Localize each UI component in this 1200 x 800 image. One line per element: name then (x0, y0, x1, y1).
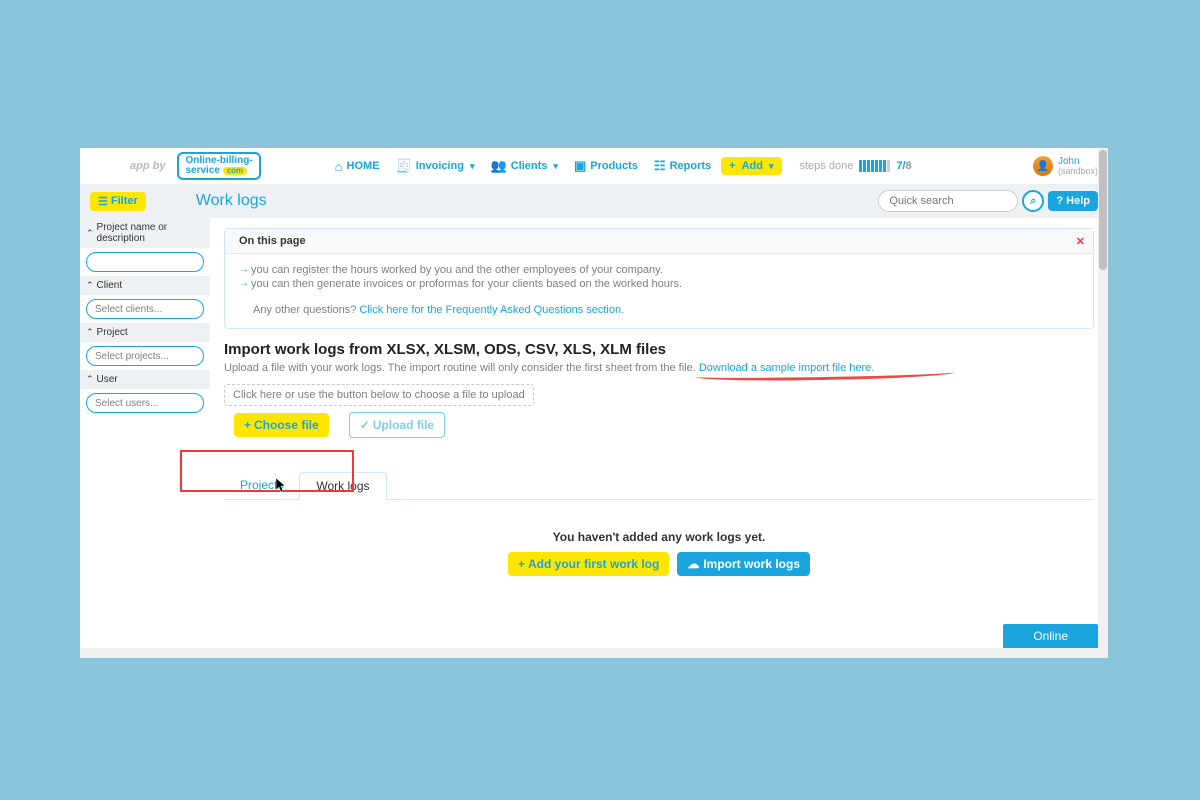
online-status[interactable]: Online (1003, 624, 1098, 648)
nav-add[interactable]: Add (721, 157, 781, 175)
filter-project-desc-input[interactable] (86, 252, 204, 272)
invoice-icon: 🧾 (396, 158, 412, 174)
horizontal-scrollbar[interactable] (80, 648, 1098, 658)
tab-work-logs[interactable]: Work logs (299, 472, 386, 500)
close-icon[interactable]: ✕ (1076, 235, 1085, 248)
steps-count: 7/8 (896, 160, 911, 172)
nav-clients[interactable]: 👥Clients (485, 155, 564, 177)
steps-progress (859, 160, 890, 172)
sidebar-section-project[interactable]: Project (80, 323, 210, 342)
nav-products[interactable]: ▣Products (568, 155, 644, 177)
sidebar-section-user[interactable]: User (80, 370, 210, 389)
panel-header: On this page (239, 235, 306, 247)
upload-file-button[interactable]: Upload file (349, 412, 445, 438)
people-icon: 👥 (491, 158, 507, 174)
filter-project-select[interactable]: Select projects... (86, 346, 204, 366)
app-by-label: app by (130, 160, 165, 172)
file-drop-zone[interactable]: Click here or use the button below to ch… (224, 384, 534, 406)
sidebar-section-client[interactable]: Client (80, 276, 210, 295)
add-first-work-log-button[interactable]: Add your first work log (508, 552, 669, 576)
filter-client-select[interactable]: Select clients... (86, 299, 204, 319)
panel-line-1: you can register the hours worked by you… (239, 264, 1079, 276)
search-input[interactable] (878, 190, 1018, 212)
user-menu[interactable]: 👤 John (sandbox) (1033, 156, 1098, 176)
filter-button[interactable]: Filter (90, 192, 146, 211)
tab-projects[interactable]: Projects (224, 472, 299, 499)
search-button[interactable]: ⌕ (1022, 190, 1044, 212)
user-mode: (sandbox) (1058, 167, 1098, 176)
import-work-logs-button[interactable]: Import work logs (677, 552, 810, 576)
user-name: John (1058, 157, 1098, 167)
report-icon: ☷ (654, 158, 666, 174)
page-title: Work logs (196, 192, 267, 210)
faq-link[interactable]: Click here for the Frequently Asked Ques… (359, 304, 621, 316)
search-icon: ⌕ (1030, 195, 1036, 208)
home-icon: ⌂ (335, 159, 343, 174)
panel-line-2: you can then generate invoices or profor… (239, 278, 1079, 290)
help-button[interactable]: Help (1048, 191, 1098, 211)
sidebar-section-project-desc[interactable]: Project name or description (80, 218, 210, 248)
brand-logo[interactable]: Online-billing- service com (177, 152, 260, 180)
box-icon: ▣ (574, 158, 586, 174)
nav-reports[interactable]: ☷Reports (648, 155, 717, 177)
nav-home[interactable]: ⌂HOME (329, 156, 386, 177)
empty-message: You haven't added any work logs yet. (224, 530, 1094, 544)
avatar: 👤 (1033, 156, 1053, 176)
nav-invoicing[interactable]: 🧾Invoicing (390, 155, 481, 177)
choose-file-button[interactable]: Choose file (234, 413, 329, 437)
steps-label: steps done (800, 160, 854, 172)
import-title: Import work logs from XLSX, XLSM, ODS, C… (224, 341, 1094, 358)
download-sample-link[interactable]: Download a sample import file here (699, 362, 871, 374)
filter-user-select[interactable]: Select users... (86, 393, 204, 413)
